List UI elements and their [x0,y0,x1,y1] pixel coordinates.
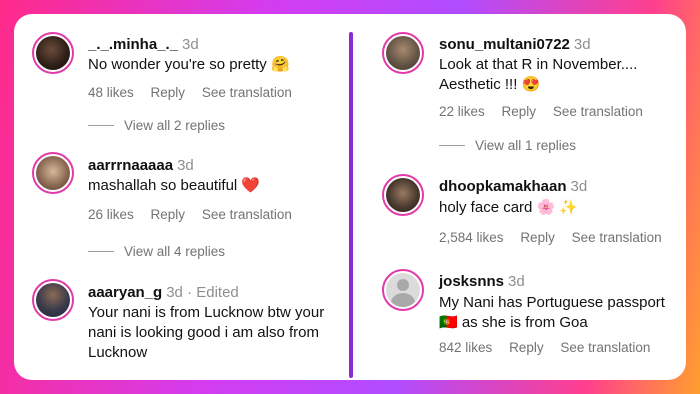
comment-actions: 48 likes Reply See translation [88,85,305,100]
reply-button[interactable]: Reply [520,230,555,245]
divider-line [88,251,114,252]
comment-time: 3d [508,273,525,290]
avatar-photo [36,36,70,70]
comment-time: 3d [182,36,199,53]
comment-text: holy face card 🌸 ✨ [439,199,579,216]
avatar[interactable] [382,174,424,216]
divider-line [439,145,465,146]
reply-button[interactable]: Reply [509,340,544,355]
avatar[interactable] [32,32,74,74]
comment-time: 3d · Edited [166,284,239,301]
view-replies-label: View all 1 replies [475,138,577,153]
avatar-photo [386,36,420,70]
likes-count[interactable]: 26 likes [88,207,134,222]
comment-text: No wonder you're so pretty 🤗 [88,56,290,73]
avatar-photo [36,156,70,190]
avatar[interactable] [32,279,74,321]
see-translation-link[interactable]: See translation [553,104,643,119]
comment-actions: 22 likes Reply See translation [439,104,656,119]
likes-count[interactable]: 2,584 likes [439,230,504,245]
reply-button[interactable]: Reply [502,104,537,119]
avatar[interactable] [382,32,424,74]
comment-username[interactable]: dhoopkamakhaan 3d [439,178,587,195]
comments-card: _._.minha_._ 3d No wonder you're so prett… [14,14,686,380]
see-translation-link[interactable]: See translation [572,230,662,245]
avatar[interactable] [32,152,74,194]
comment-text: Look at that R in November.... Aesthetic… [439,56,638,93]
view-replies-button[interactable]: View all 4 replies [88,244,225,259]
view-replies-label: View all 2 replies [124,118,226,133]
reply-button[interactable]: Reply [151,207,186,222]
comment-username[interactable]: aarrrnaaaaa 3d [88,157,194,174]
view-replies-button[interactable]: View all 1 replies [439,138,576,153]
comment-actions: 842 likes Reply See translation [439,340,663,355]
divider-line [88,125,114,126]
reply-button[interactable]: Reply [151,85,186,100]
comment-actions: 26 likes Reply See translation [88,207,305,222]
view-replies-button[interactable]: View all 2 replies [88,118,225,133]
see-translation-link[interactable]: See translation [202,207,292,222]
column-divider [349,32,353,378]
likes-count[interactable]: 842 likes [439,340,492,355]
comment-username[interactable]: aaaryan_g 3d · Edited [88,284,239,301]
comment-time: 3d [570,178,588,195]
comment-username[interactable]: sonu_multani0722 3d [439,36,591,53]
comment-text: Your nani is from Lucknow btw your nani … [88,304,325,361]
default-avatar-icon [386,273,420,307]
comment-username[interactable]: _._.minha_._ 3d [88,36,199,53]
see-translation-link[interactable]: See translation [202,85,292,100]
comment-text: My Nani has Portuguese passport 🇵🇹 as sh… [439,294,665,331]
see-translation-link[interactable]: See translation [560,340,650,355]
comment-text: mashallah so beautiful ❤️ [88,177,261,194]
comment-username[interactable]: josksnns 3d [439,273,525,290]
likes-count[interactable]: 48 likes [88,85,134,100]
avatar[interactable] [382,269,424,311]
comment-time: 3d [177,157,194,174]
avatar-photo [36,283,70,317]
comment-actions: 2,584 likes Reply See translation [439,230,675,245]
likes-count[interactable]: 22 likes [439,104,485,119]
comment-time: 3d [573,36,591,53]
view-replies-label: View all 4 replies [124,244,226,259]
avatar-photo [386,178,420,212]
